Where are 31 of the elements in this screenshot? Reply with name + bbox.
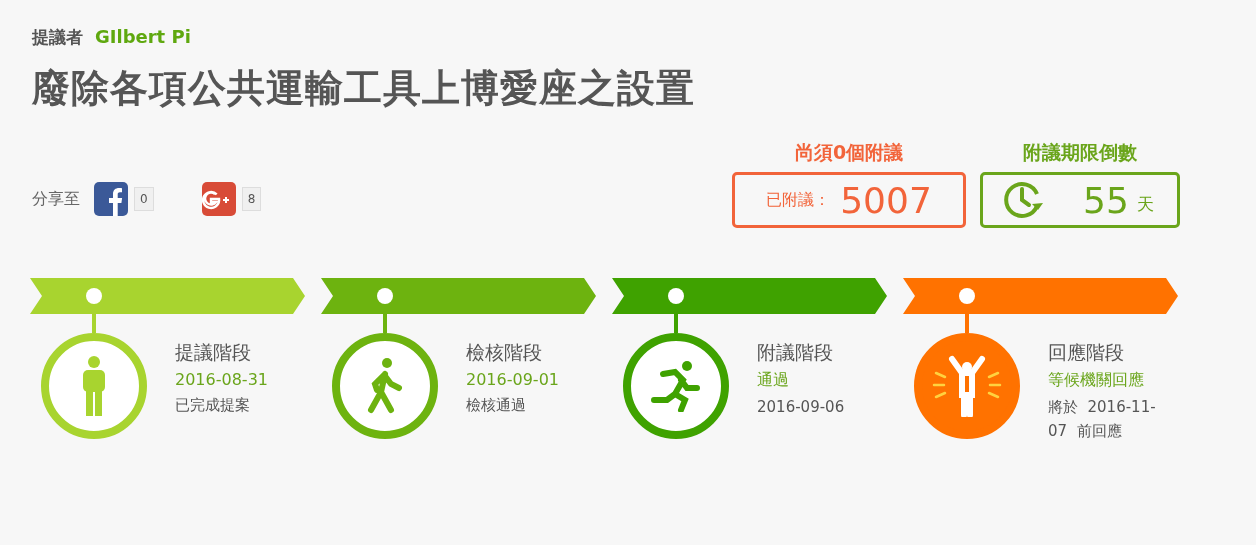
signature-count: 5007: [840, 179, 932, 221]
standing-person-icon: [80, 356, 108, 416]
stage-title: 提議階段: [175, 340, 252, 365]
proposer-name[interactable]: GIlbert Pi: [95, 26, 191, 47]
stage-note: 將於 2016-11-07 前回應: [1048, 397, 1157, 442]
cheering-person-icon: [932, 355, 1002, 417]
countdown-heading: 附議期限倒數: [1023, 140, 1137, 165]
days-unit: 天: [1136, 192, 1154, 216]
stage-note: 2016-09-06: [757, 397, 846, 418]
running-person-icon: [651, 360, 701, 412]
stage-note: 檢核通過: [466, 395, 527, 416]
signatures-heading: 尚須0個附議: [794, 140, 904, 165]
stage-title: 檢核階段: [466, 340, 543, 365]
share-count: 8: [241, 187, 262, 211]
petition-title: 廢除各項公共運輸工具上博愛座之設置: [32, 65, 696, 112]
share-label: 分享至: [32, 188, 80, 210]
stage-title: 附議階段: [757, 340, 834, 365]
proposer-label: 提議者: [32, 26, 83, 49]
stage-status: 2016-08-31: [175, 370, 269, 389]
stage-status: 2016-09-01: [466, 370, 560, 389]
walking-person-icon: [365, 358, 405, 414]
share-count: 0: [134, 187, 154, 211]
stage-title: 回應階段: [1048, 340, 1125, 365]
stage-status: 等候機關回應: [1048, 370, 1145, 391]
stage-note: 已完成提案: [175, 395, 251, 416]
clock-icon: [1001, 179, 1043, 221]
google-plus-icon[interactable]: [201, 182, 236, 216]
facebook-icon[interactable]: [94, 182, 128, 216]
signed-label: 已附議：: [766, 189, 831, 211]
days-remaining: 55: [1083, 179, 1129, 221]
stage-status: 通過: [757, 370, 790, 391]
